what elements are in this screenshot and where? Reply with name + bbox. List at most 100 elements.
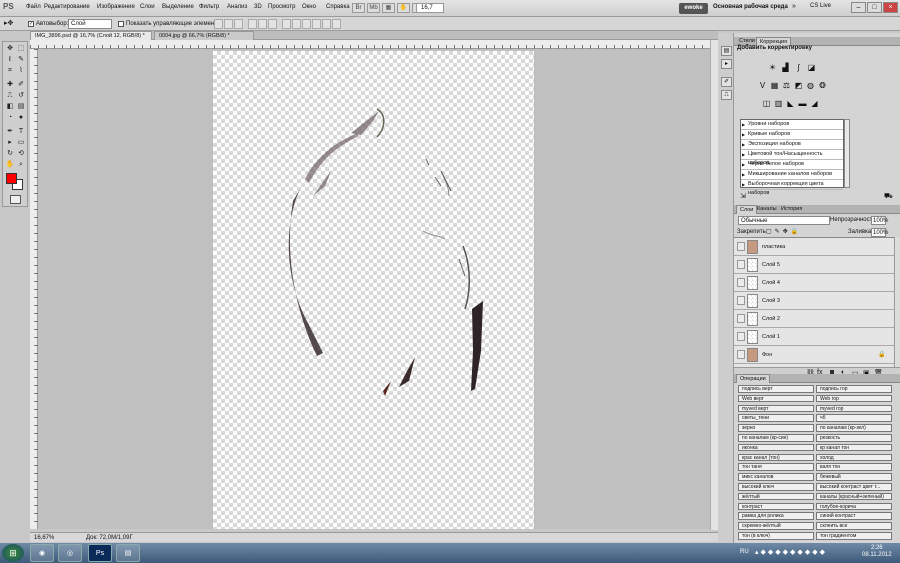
marquee-tool-icon[interactable]: ⬚ [16,44,26,53]
visibility-toggle-icon[interactable] [737,260,745,269]
photoshop-taskbar-icon[interactable]: Ps [88,544,112,562]
menu-view[interactable]: Просмотр [268,4,295,10]
start-button-icon[interactable]: ⊞ [2,544,24,562]
visibility-toggle-icon[interactable] [737,242,745,251]
gradient-tool-icon[interactable]: ▤ [16,102,26,111]
auto-select-checkbox[interactable]: ✓ [28,21,34,27]
preset-curves[interactable]: Кривые наборов [741,130,843,140]
menu-help[interactable]: Справка [326,4,350,10]
preset-hue-saturation[interactable]: Цветовой тон/Насыщенность наборов [741,150,843,166]
eraser-tool-icon[interactable]: ◧ [5,102,15,111]
menu-image[interactable]: Изображение [97,4,135,10]
action-item[interactable]: myved верт [738,404,814,413]
cs-live-button[interactable]: CS Live [810,3,831,9]
dodge-tool-icon[interactable]: ● [16,113,26,122]
close-icon[interactable]: × [883,2,898,13]
visibility-toggle-icon[interactable] [737,350,745,359]
clock[interactable]: 2:26 08.11.2012 [862,545,892,559]
dock-brush-icon[interactable]: ✐ [721,77,732,87]
layer-row[interactable]: Слой 4 [734,274,894,292]
menu-edit[interactable]: Редактирование [44,4,90,10]
visibility-toggle-icon[interactable] [737,332,745,341]
bridge-icon[interactable]: Br [352,3,365,13]
vibrance-icon[interactable]: V [758,81,767,90]
action-item[interactable]: бежевый [816,473,892,481]
layer-row[interactable]: Фон 🔒 [734,346,894,364]
auto-select-dropdown[interactable]: Слой [68,19,112,29]
preset-levels[interactable]: Уровни наборов [741,120,843,130]
action-item[interactable]: микс каналов [738,473,814,481]
action-item[interactable]: иконка [738,443,814,452]
shape-tool-icon[interactable]: ▭ [16,138,26,147]
layer-row[interactable]: Слой 1 [734,328,894,346]
layer-row[interactable]: Слой 5 [734,256,894,274]
tab-history[interactable]: История [778,205,805,214]
zoom-tool-icon[interactable]: ⌕ [16,160,26,169]
canvas-vertical-scrollbar[interactable] [710,40,718,530]
dock-clone-icon[interactable]: ⎍ [721,90,732,100]
presets-scrollbar[interactable] [844,119,850,188]
distribute-right-icon[interactable] [332,19,341,29]
layer-row[interactable]: Слой 2 [734,310,894,328]
workspace-name[interactable]: Основная рабочая среда [713,4,788,10]
workspace-menu-icon[interactable]: » [792,3,796,10]
adjustments-menu-icon[interactable]: ⛟ [884,192,893,201]
status-zoom[interactable]: 16,67% [34,535,54,541]
opacity-input[interactable]: 100% [871,216,888,225]
layers-scrollbar[interactable] [894,237,900,367]
menu-window[interactable]: Окно [302,4,316,10]
hue-saturation-icon[interactable]: ▦ [770,81,779,90]
language-indicator[interactable]: RU [740,549,749,555]
hand-tool-icon[interactable]: ✋ [5,160,15,169]
menu-select[interactable]: Выделение [162,4,194,10]
3d-orbit-tool-icon[interactable]: ⟲ [16,149,26,158]
distribute-left-icon[interactable] [312,19,321,29]
minimize-icon[interactable]: – [851,2,866,13]
action-item[interactable]: склеить все [816,522,892,530]
document-canvas[interactable] [213,51,534,529]
action-item[interactable]: высокий ключ [738,483,814,491]
tab-actions[interactable]: Операции [736,374,770,383]
crop-tool-icon[interactable]: ⌗ [5,66,15,75]
camera-app-icon[interactable]: ◎ [58,544,82,562]
gradient-map-icon[interactable]: ▬ [798,99,807,108]
action-item[interactable]: тон (в ключ) [738,532,814,540]
pen-tool-icon[interactable]: ✒ [5,127,15,136]
align-left-icon[interactable] [248,19,257,29]
action-item[interactable]: кр канал тон [816,443,892,452]
preset-channel-mixer[interactable]: Микширование каналов наборов [741,170,843,180]
action-item[interactable]: резкость [816,434,892,442]
eyedropper-tool-icon[interactable]: ⌇ [16,66,26,75]
foreground-color-swatch-front[interactable] [6,173,17,184]
tab-document-img3896[interactable]: IMG_3896.psd @ 16,7% (Слой 12, RGB/8) * [30,31,152,40]
threshold-icon[interactable]: ◣ [786,99,795,108]
brightness-contrast-icon[interactable]: ☀ [768,63,777,72]
channel-mixer-icon[interactable]: ❂ [818,81,827,90]
menu-3d[interactable]: 3D [254,4,262,10]
tab-document-0004[interactable]: 0004.jpg @ 66,7% (RGB/8) * [154,31,254,40]
action-item[interactable]: скремно-жёлтый [738,522,814,530]
workspace-button[interactable]: ewoke [679,3,708,14]
clip-to-layer-icon[interactable]: ⇲ [740,192,746,200]
dock-history-icon[interactable]: ▤ [721,46,732,56]
action-item[interactable]: подпись гор [816,385,892,393]
maximize-icon[interactable]: □ [867,2,882,13]
visibility-toggle-icon[interactable] [737,314,745,323]
action-item[interactable]: голубое-корича [816,502,892,511]
3d-rotate-tool-icon[interactable]: ↻ [5,149,15,158]
posterize-icon[interactable]: ▥ [774,99,783,108]
action-item[interactable]: рамка для ролика [738,512,814,520]
action-item[interactable]: холод [816,453,892,462]
black-white-icon[interactable]: ◩ [794,81,803,90]
distribute-hcenter-icon[interactable] [322,19,331,29]
hand-icon[interactable]: ✋ [397,3,410,13]
action-item[interactable]: светы_тени [738,414,814,422]
action-item[interactable]: подпись верт [738,385,814,393]
exposure-icon[interactable]: ◪ [807,63,816,72]
action-item[interactable]: валя тон [816,463,892,471]
preset-black-white[interactable]: Черно-белое наборов [741,160,843,170]
lasso-tool-icon[interactable]: ℓ [5,55,15,64]
action-item[interactable]: каналы (красный+зеленый) [816,492,892,501]
align-top-icon[interactable] [214,19,223,29]
action-item[interactable]: по каналам (кр-син) [738,434,814,442]
